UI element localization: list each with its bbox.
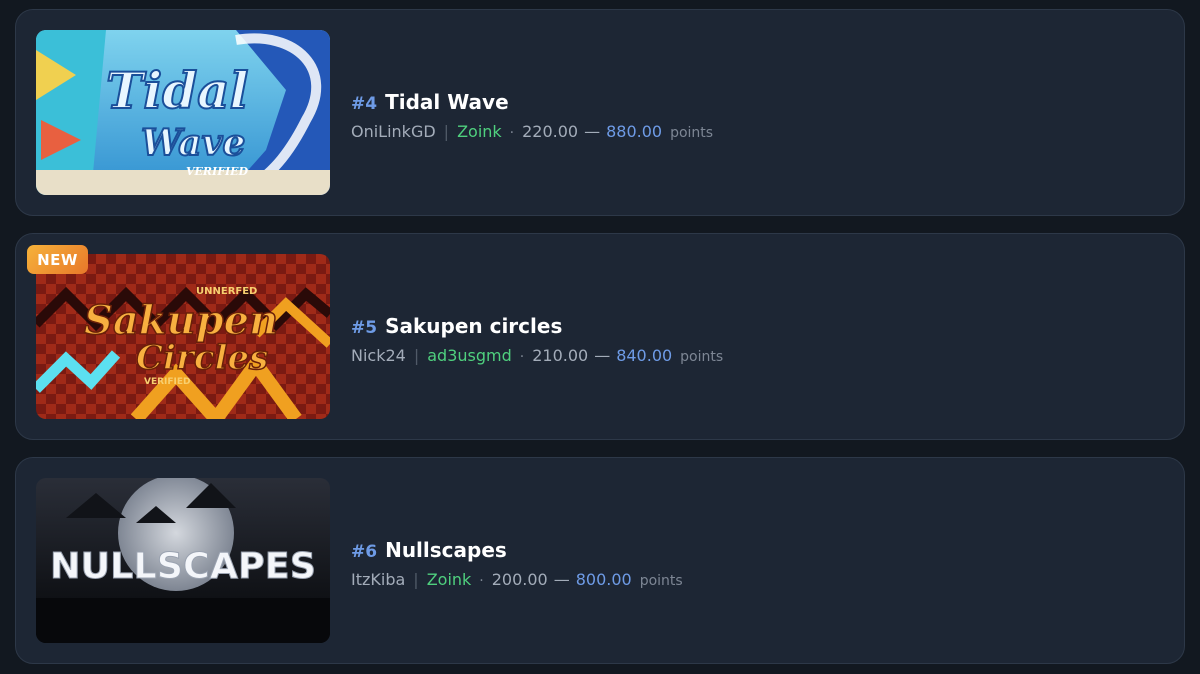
dot-separator: · — [509, 125, 515, 141]
pipe-separator: | — [413, 570, 419, 589]
thumbnail-caption: VERIFIED — [186, 165, 249, 178]
dot-separator: · — [519, 349, 525, 365]
points-unit: points — [680, 349, 724, 365]
level-info: #5 Sakupen circles Nick24 | ad3usgmd · 2… — [351, 314, 723, 365]
thumbnail-title-line1: Tidal — [106, 61, 249, 120]
thumbnail-title-line1: Sakupen — [84, 297, 278, 344]
level-verifier[interactable]: Zoink — [427, 570, 472, 589]
level-thumbnail[interactable]: NULLSCAPES — [36, 478, 330, 643]
level-name[interactable]: Sakupen circles — [385, 314, 562, 338]
thumbnail-title-line2: Circles — [136, 338, 268, 378]
level-name[interactable]: Tidal Wave — [385, 90, 509, 114]
new-badge: NEW — [27, 245, 88, 274]
pipe-separator: | — [413, 346, 420, 365]
dash-separator: — — [553, 570, 570, 589]
points-min: 210.00 — [532, 346, 589, 365]
points-unit: points — [670, 125, 714, 141]
level-name[interactable]: Nullscapes — [385, 538, 507, 562]
level-rank: #5 — [351, 318, 378, 338]
nullscapes-thumbnail-art: NULLSCAPES — [36, 478, 330, 643]
level-creator[interactable]: Nick24 — [351, 346, 406, 365]
level-creator[interactable]: OniLinkGD — [351, 122, 436, 141]
sakupen-circles-thumbnail-art: UNNERFED Sakupen Circles VERIFIED — [36, 254, 330, 419]
thumbnail-title: NULLSCAPES — [50, 546, 316, 587]
pipe-separator: | — [443, 122, 450, 141]
points-max: 800.00 — [575, 570, 632, 589]
level-card-tidal-wave[interactable]: Tidal Wave VERIFIED #4 Tidal Wave OniLin… — [15, 9, 1185, 216]
dash-separator: — — [584, 122, 601, 141]
dash-separator: — — [594, 346, 611, 365]
level-creator[interactable]: ItzKiba — [351, 570, 405, 589]
level-verifier[interactable]: Zoink — [457, 122, 502, 141]
level-verifier[interactable]: ad3usgmd — [427, 346, 512, 365]
points-max: 880.00 — [606, 122, 663, 141]
tidal-wave-thumbnail-art: Tidal Wave VERIFIED — [36, 30, 330, 195]
level-info: #4 Tidal Wave OniLinkGD | Zoink · 220.00… — [351, 90, 713, 141]
level-info: #6 Nullscapes ItzKiba | Zoink · 200.00 —… — [351, 538, 683, 589]
thumbnail-title-line2: Wave — [141, 122, 245, 164]
points-min: 200.00 — [491, 570, 548, 589]
points-min: 220.00 — [522, 122, 579, 141]
dot-separator: · — [479, 573, 484, 589]
level-card-nullscapes[interactable]: NULLSCAPES #6 Nullscapes ItzKiba | Zoink… — [15, 457, 1185, 664]
level-card-sakupen-circles[interactable]: UNNERFED Sakupen Circles VERIFIED NEW #5… — [15, 233, 1185, 440]
thumbnail-caption: VERIFIED — [144, 377, 191, 387]
level-thumbnail[interactable]: Tidal Wave VERIFIED — [36, 30, 330, 195]
thumbnail-top-caption: UNNERFED — [196, 286, 257, 297]
points-max: 840.00 — [616, 346, 673, 365]
points-unit: points — [639, 573, 683, 589]
level-rank: #6 — [351, 542, 378, 562]
level-thumbnail[interactable]: UNNERFED Sakupen Circles VERIFIED — [36, 254, 330, 419]
level-rank: #4 — [351, 94, 378, 114]
